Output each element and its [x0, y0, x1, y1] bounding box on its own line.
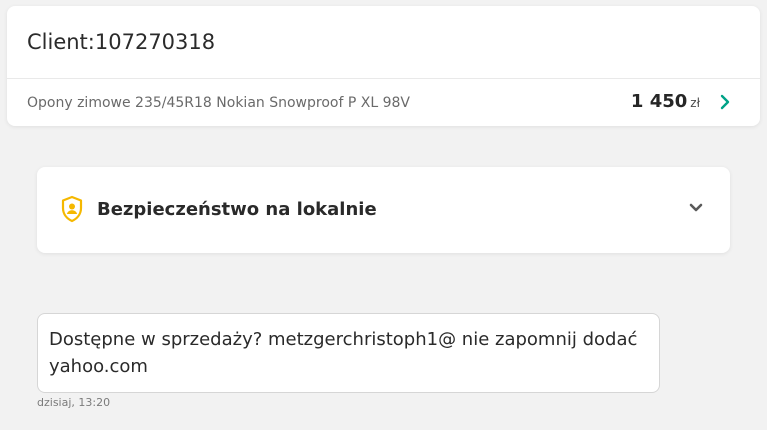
message-text: Dostępne w sprzedaży? metzgerchristoph1@…: [49, 329, 638, 377]
message-bubble: Dostępne w sprzedaży? metzgerchristoph1@…: [37, 313, 660, 393]
product-name: Opony zimowe 235/45R18 Nokian Snowproof …: [27, 95, 410, 111]
safety-accordion[interactable]: Bezpieczeństwo na lokalnie: [37, 167, 730, 253]
message-timestamp: dzisiaj, 13:20: [37, 396, 111, 409]
price-value: 1 450: [630, 91, 688, 112]
client-card: Client:107270318 Opony zimowe 235/45R18 …: [7, 6, 760, 126]
safety-title: Bezpieczeństwo na lokalnie: [97, 199, 377, 220]
chevron-down-icon[interactable]: [688, 202, 704, 214]
shield-user-icon: [61, 195, 83, 223]
price: 1 450 zł: [631, 91, 700, 112]
price-currency: zł: [690, 96, 700, 110]
product-row[interactable]: Opony zimowe 235/45R18 Nokian Snowproof …: [7, 79, 760, 126]
client-title: Client:107270318: [27, 30, 216, 54]
chevron-right-icon[interactable]: [718, 94, 732, 110]
